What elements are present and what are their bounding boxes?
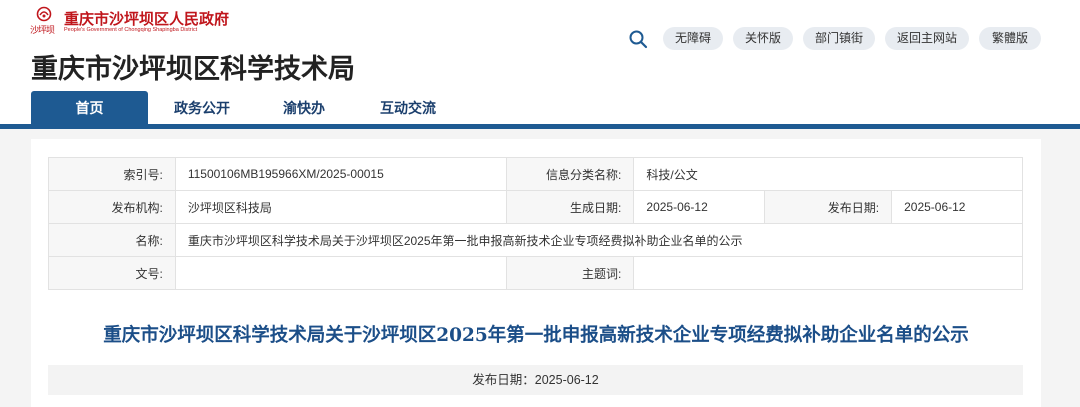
elder-care-version-link[interactable]: 关怀版 <box>733 27 793 50</box>
main-nav: 首页 政务公开 渝快办 互动交流 <box>0 91 1080 125</box>
departments-towns-link[interactable]: 部门镇街 <box>803 27 875 50</box>
generated-date-value: 2025-06-12 <box>633 190 766 224</box>
publisher-label: 发布机构: <box>48 190 176 224</box>
document-meta-table: 索引号: 11500106MB195966XM/2025-00015 信息分类名… <box>48 157 1024 290</box>
category-value: 科技/公文 <box>633 157 1023 191</box>
index-number-value: 11500106MB195966XM/2025-00015 <box>174 157 508 191</box>
subject-words-value <box>633 256 1023 290</box>
table-row: 文号: 主题词: <box>48 256 1023 290</box>
publisher-value: 沙坪坝区科技局 <box>174 190 508 224</box>
accessibility-link[interactable]: 无障碍 <box>663 27 723 50</box>
article-title: 重庆市沙坪坝区科学技术局关于沙坪坝区2025年第一批申报高新技术企业专项经费拟补… <box>103 325 969 346</box>
nav-interaction[interactable]: 互动交流 <box>366 91 450 125</box>
nav-yukuaiban[interactable]: 渝快办 <box>266 91 342 125</box>
table-row: 发布机构: 沙坪坝区科技局 生成日期: 2025-06-12 发布日期: 202… <box>48 190 1023 224</box>
published-date-label: 发布日期: <box>764 190 893 224</box>
subject-words-label: 主题词: <box>506 256 635 290</box>
nav-underline-bar <box>0 124 1080 129</box>
logo-title: 重庆市沙坪坝区人民政府 <box>64 10 230 28</box>
logo-emblem-icon: 沙坪坝 <box>30 6 58 36</box>
site-title: 重庆市沙坪坝区科学技术局 <box>31 54 355 84</box>
name-value: 重庆市沙坪坝区科学技术局关于沙坪坝区2025年第一批申报高新技术企业专项经费拟补… <box>174 223 1024 257</box>
table-row: 索引号: 11500106MB195966XM/2025-00015 信息分类名… <box>48 157 1023 191</box>
document-number-label: 文号: <box>48 256 176 290</box>
publish-date-bar: 发布日期：2025-06-12 <box>48 365 1023 395</box>
document-number-value <box>174 256 508 290</box>
name-label: 名称: <box>48 223 176 257</box>
index-number-label: 索引号: <box>48 157 176 191</box>
published-date-value: 2025-06-12 <box>891 190 1023 224</box>
emblem-icon <box>36 6 52 22</box>
nav-government-affairs[interactable]: 政务公开 <box>160 91 244 125</box>
logo-english-text: People's Government of Chongqing Shaping… <box>64 27 198 33</box>
logo-sub-text: 沙坪坝 <box>30 26 55 36</box>
return-main-site-link[interactable]: 返回主网站 <box>885 27 969 50</box>
traditional-chinese-link[interactable]: 繁體版 <box>979 27 1041 50</box>
nav-home[interactable]: 首页 <box>31 91 148 125</box>
content-card: 索引号: 11500106MB195966XM/2025-00015 信息分类名… <box>31 139 1041 407</box>
search-icon[interactable] <box>628 29 648 49</box>
table-row: 名称: 重庆市沙坪坝区科学技术局关于沙坪坝区2025年第一批申报高新技术企业专项… <box>48 223 1024 257</box>
category-label: 信息分类名称: <box>506 157 635 191</box>
generated-date-label: 生成日期: <box>506 190 635 224</box>
